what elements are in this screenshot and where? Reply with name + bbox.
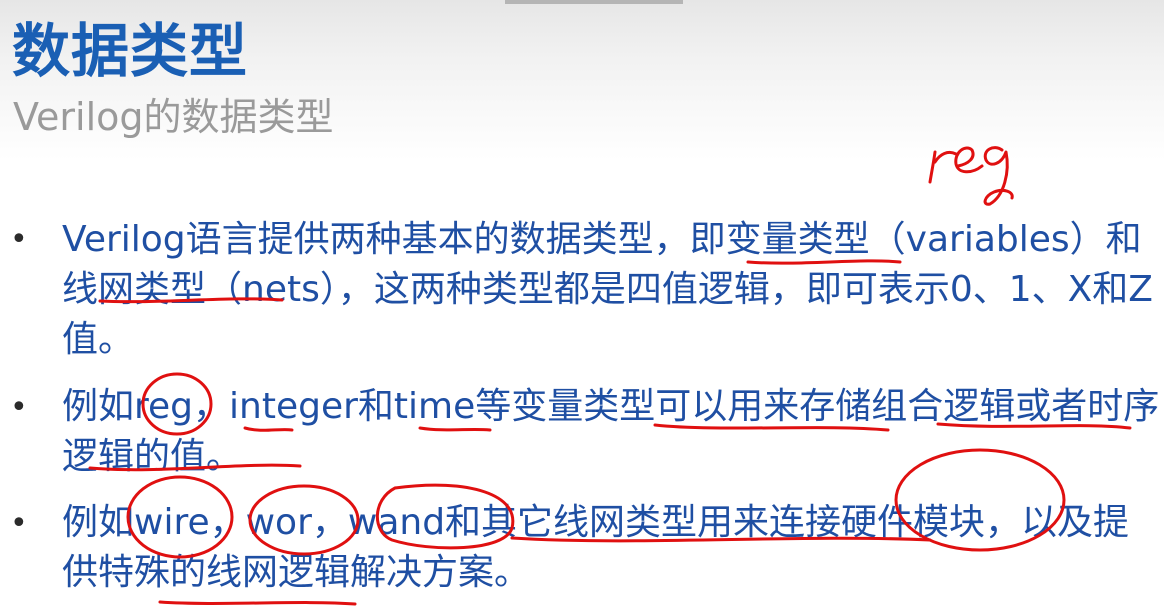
- bullet-marker: •: [10, 390, 28, 425]
- bullet-marker: •: [10, 506, 28, 541]
- bullet-text-data-types: Verilog语言提供两种基本的数据类型，即变量类型（variables）和线网…: [62, 219, 1153, 360]
- bullet-text-net-types: 例如wire，wor，wand和其它线网类型用来连接硬件模块，以及提供特殊的线网…: [62, 502, 1130, 593]
- bullet-marker: •: [10, 222, 28, 257]
- slide: 数据类型 Verilog的数据类型 • Verilog语言提供两种基本的数据类型…: [0, 0, 1164, 609]
- bullet-text-variable-types: 例如reg，integer和time等变量类型可以用来存储组合逻辑或者时序逻辑的…: [62, 386, 1160, 477]
- bullet-list: • Verilog语言提供两种基本的数据类型，即变量类型（variables）和…: [0, 0, 1164, 609]
